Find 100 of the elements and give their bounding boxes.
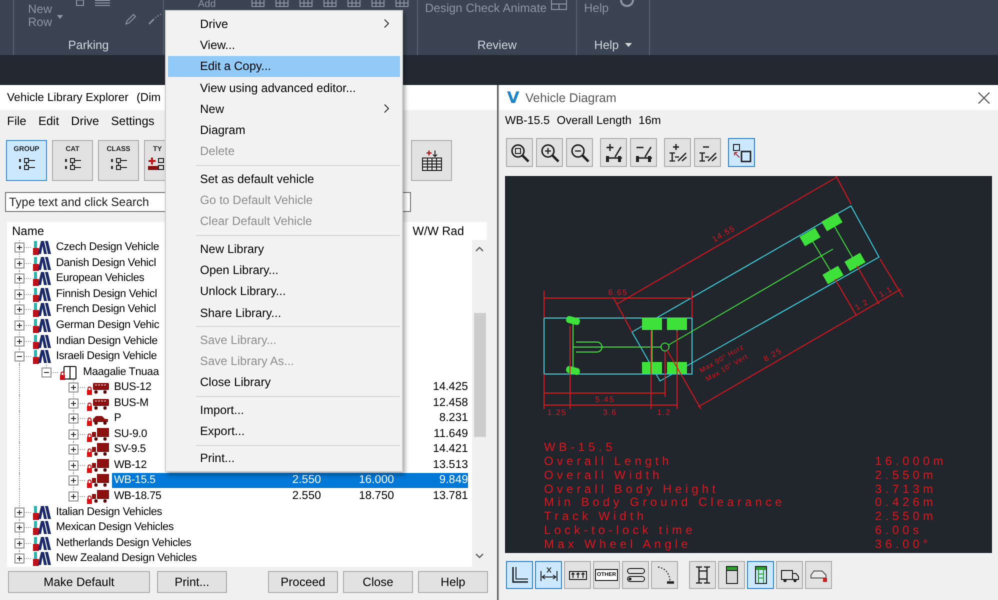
- axle-frame-button[interactable]: [689, 561, 716, 589]
- add-hitch-button[interactable]: [664, 138, 691, 167]
- plus-box-icon[interactable]: [14, 304, 24, 315]
- zoom-out-button[interactable]: [566, 138, 593, 167]
- length-label: Overall Length: [556, 115, 632, 127]
- plus-box-icon[interactable]: [68, 398, 78, 408]
- truck-lock-icon: [87, 489, 109, 504]
- truck-button[interactable]: [776, 561, 803, 589]
- dialog-button[interactable]: Make Default: [8, 571, 150, 593]
- menu-item[interactable]: Close Library: [168, 372, 400, 394]
- menubar-item[interactable]: File: [7, 114, 26, 128]
- menu-item[interactable]: View using advanced editor...: [168, 76, 400, 98]
- trailer-button[interactable]: [718, 561, 745, 589]
- plus-box-icon[interactable]: [14, 258, 24, 268]
- tree-item[interactable]: New Zealand Design Vehicles: [54, 551, 199, 566]
- tree-item[interactable]: Maagalie Tnuaa: [81, 364, 161, 380]
- menu-item[interactable]: New Library: [168, 238, 400, 260]
- menu-item[interactable]: Print...: [168, 448, 400, 469]
- add-axle-button[interactable]: [600, 138, 627, 167]
- tree-item[interactable]: P: [112, 411, 124, 426]
- menu-item[interactable]: New: [168, 98, 400, 120]
- chassis-button[interactable]: [747, 561, 774, 589]
- hierarchy-icon: [110, 157, 128, 171]
- tree-item[interactable]: Italian Design Vehicles: [54, 504, 164, 520]
- tree-item[interactable]: Finnish Design Vehicl: [54, 286, 159, 302]
- tree-item[interactable]: BUS-12: [112, 380, 154, 396]
- menubar-item[interactable]: Settings: [111, 114, 154, 128]
- menu-item[interactable]: Unlock Library...: [168, 280, 400, 302]
- plus-box-icon[interactable]: [68, 414, 78, 424]
- plus-box-icon[interactable]: [14, 320, 24, 330]
- plus-box-icon[interactable]: [68, 382, 78, 393]
- plus-box-icon[interactable]: [68, 492, 78, 502]
- close-button[interactable]: [978, 92, 990, 104]
- scrollbar-thumb[interactable]: [474, 313, 486, 437]
- plus-box-icon[interactable]: [14, 289, 24, 300]
- plus-box-icon[interactable]: [14, 522, 24, 533]
- plus-box-icon[interactable]: [14, 274, 24, 284]
- bars-button[interactable]: [622, 561, 649, 589]
- tree-item[interactable]: Indian Design Vehicle: [54, 334, 160, 349]
- zoom-extents-button[interactable]: [506, 138, 533, 167]
- window-icon: [550, 0, 567, 10]
- plus-box-icon[interactable]: [14, 554, 24, 564]
- dialog-button[interactable]: Help: [418, 571, 488, 593]
- corner-button[interactable]: [506, 561, 533, 589]
- resize-button[interactable]: [728, 138, 755, 167]
- menubar-item[interactable]: Edit: [38, 114, 60, 128]
- tree-item[interactable]: WB-18.75: [112, 489, 164, 504]
- up-arrows-button[interactable]: [564, 561, 591, 589]
- tree-item[interactable]: SU-9.0: [112, 426, 150, 442]
- plus-box-icon[interactable]: [14, 538, 24, 548]
- remove-axle-button[interactable]: [630, 138, 657, 167]
- tree-item[interactable]: German Design Vehic: [54, 318, 162, 333]
- tree-item[interactable]: SV-9.5: [112, 442, 148, 458]
- zoom-in-button[interactable]: [536, 138, 563, 167]
- tree-item[interactable]: French Design Vehicl: [54, 302, 158, 318]
- plus-box-icon[interactable]: [68, 429, 78, 440]
- plus-box-icon[interactable]: [14, 507, 24, 518]
- table-cell-text: 13.513: [432, 458, 468, 473]
- chevron-down-icon[interactable]: [475, 553, 484, 559]
- vehicle-group-icon: [33, 504, 51, 520]
- wheel: [565, 365, 581, 376]
- plus-box-icon[interactable]: [68, 444, 78, 455]
- minus-box-icon[interactable]: [14, 352, 24, 362]
- dialog-button[interactable]: Close: [343, 571, 413, 593]
- spec-label: Overall Length: [544, 454, 672, 469]
- tree-item[interactable]: WB-12: [112, 458, 149, 473]
- plus-box-icon[interactable]: [14, 336, 24, 346]
- tree-item[interactable]: Israeli Design Vehicle: [54, 349, 159, 364]
- chevron-up-icon[interactable]: [475, 246, 484, 252]
- tree-item[interactable]: Danish Design Vehicl: [54, 256, 158, 271]
- menubar-item[interactable]: Drive: [71, 114, 100, 128]
- tree-item[interactable]: European Vehicles: [54, 271, 146, 286]
- plus-box-icon[interactable]: [68, 476, 78, 486]
- zoom-out-icon: [570, 142, 590, 162]
- tree-item[interactable]: Czech Design Vehicle: [54, 240, 162, 256]
- menu-item[interactable]: View...: [168, 34, 400, 56]
- wheel: [667, 318, 687, 330]
- remove-hitch-button[interactable]: [694, 138, 721, 167]
- column-settings-button[interactable]: [411, 140, 452, 181]
- plus-box-icon[interactable]: [14, 242, 24, 253]
- menu-item[interactable]: Edit a Copy...: [168, 56, 400, 77]
- tree-item[interactable]: WB-15.5: [112, 473, 251, 488]
- curve-button[interactable]: [651, 561, 678, 589]
- plus-box-icon[interactable]: [68, 460, 78, 470]
- car-button[interactable]: [805, 561, 832, 589]
- menu-item[interactable]: Import...: [168, 399, 400, 420]
- minus-box-icon[interactable]: [42, 367, 52, 378]
- menu-item[interactable]: Share Library...: [168, 302, 400, 324]
- dialog-button[interactable]: Print...: [157, 571, 227, 593]
- menu-item[interactable]: Diagram: [168, 119, 400, 141]
- column-header[interactable]: W/W Rad: [406, 224, 464, 238]
- dialog-button[interactable]: Proceed: [268, 571, 338, 593]
- tree-item[interactable]: BUS-M: [112, 396, 150, 411]
- menu-item[interactable]: Open Library...: [168, 259, 400, 281]
- tree-item[interactable]: Netherlands Design Vehicles: [54, 536, 194, 551]
- tree-item[interactable]: Mexican Design Vehicles: [54, 520, 176, 536]
- menu-item[interactable]: Drive: [168, 13, 400, 34]
- width-arrows-button[interactable]: [535, 561, 562, 589]
- caret-down-icon: [57, 15, 63, 19]
- menu-item[interactable]: Export...: [168, 420, 400, 442]
